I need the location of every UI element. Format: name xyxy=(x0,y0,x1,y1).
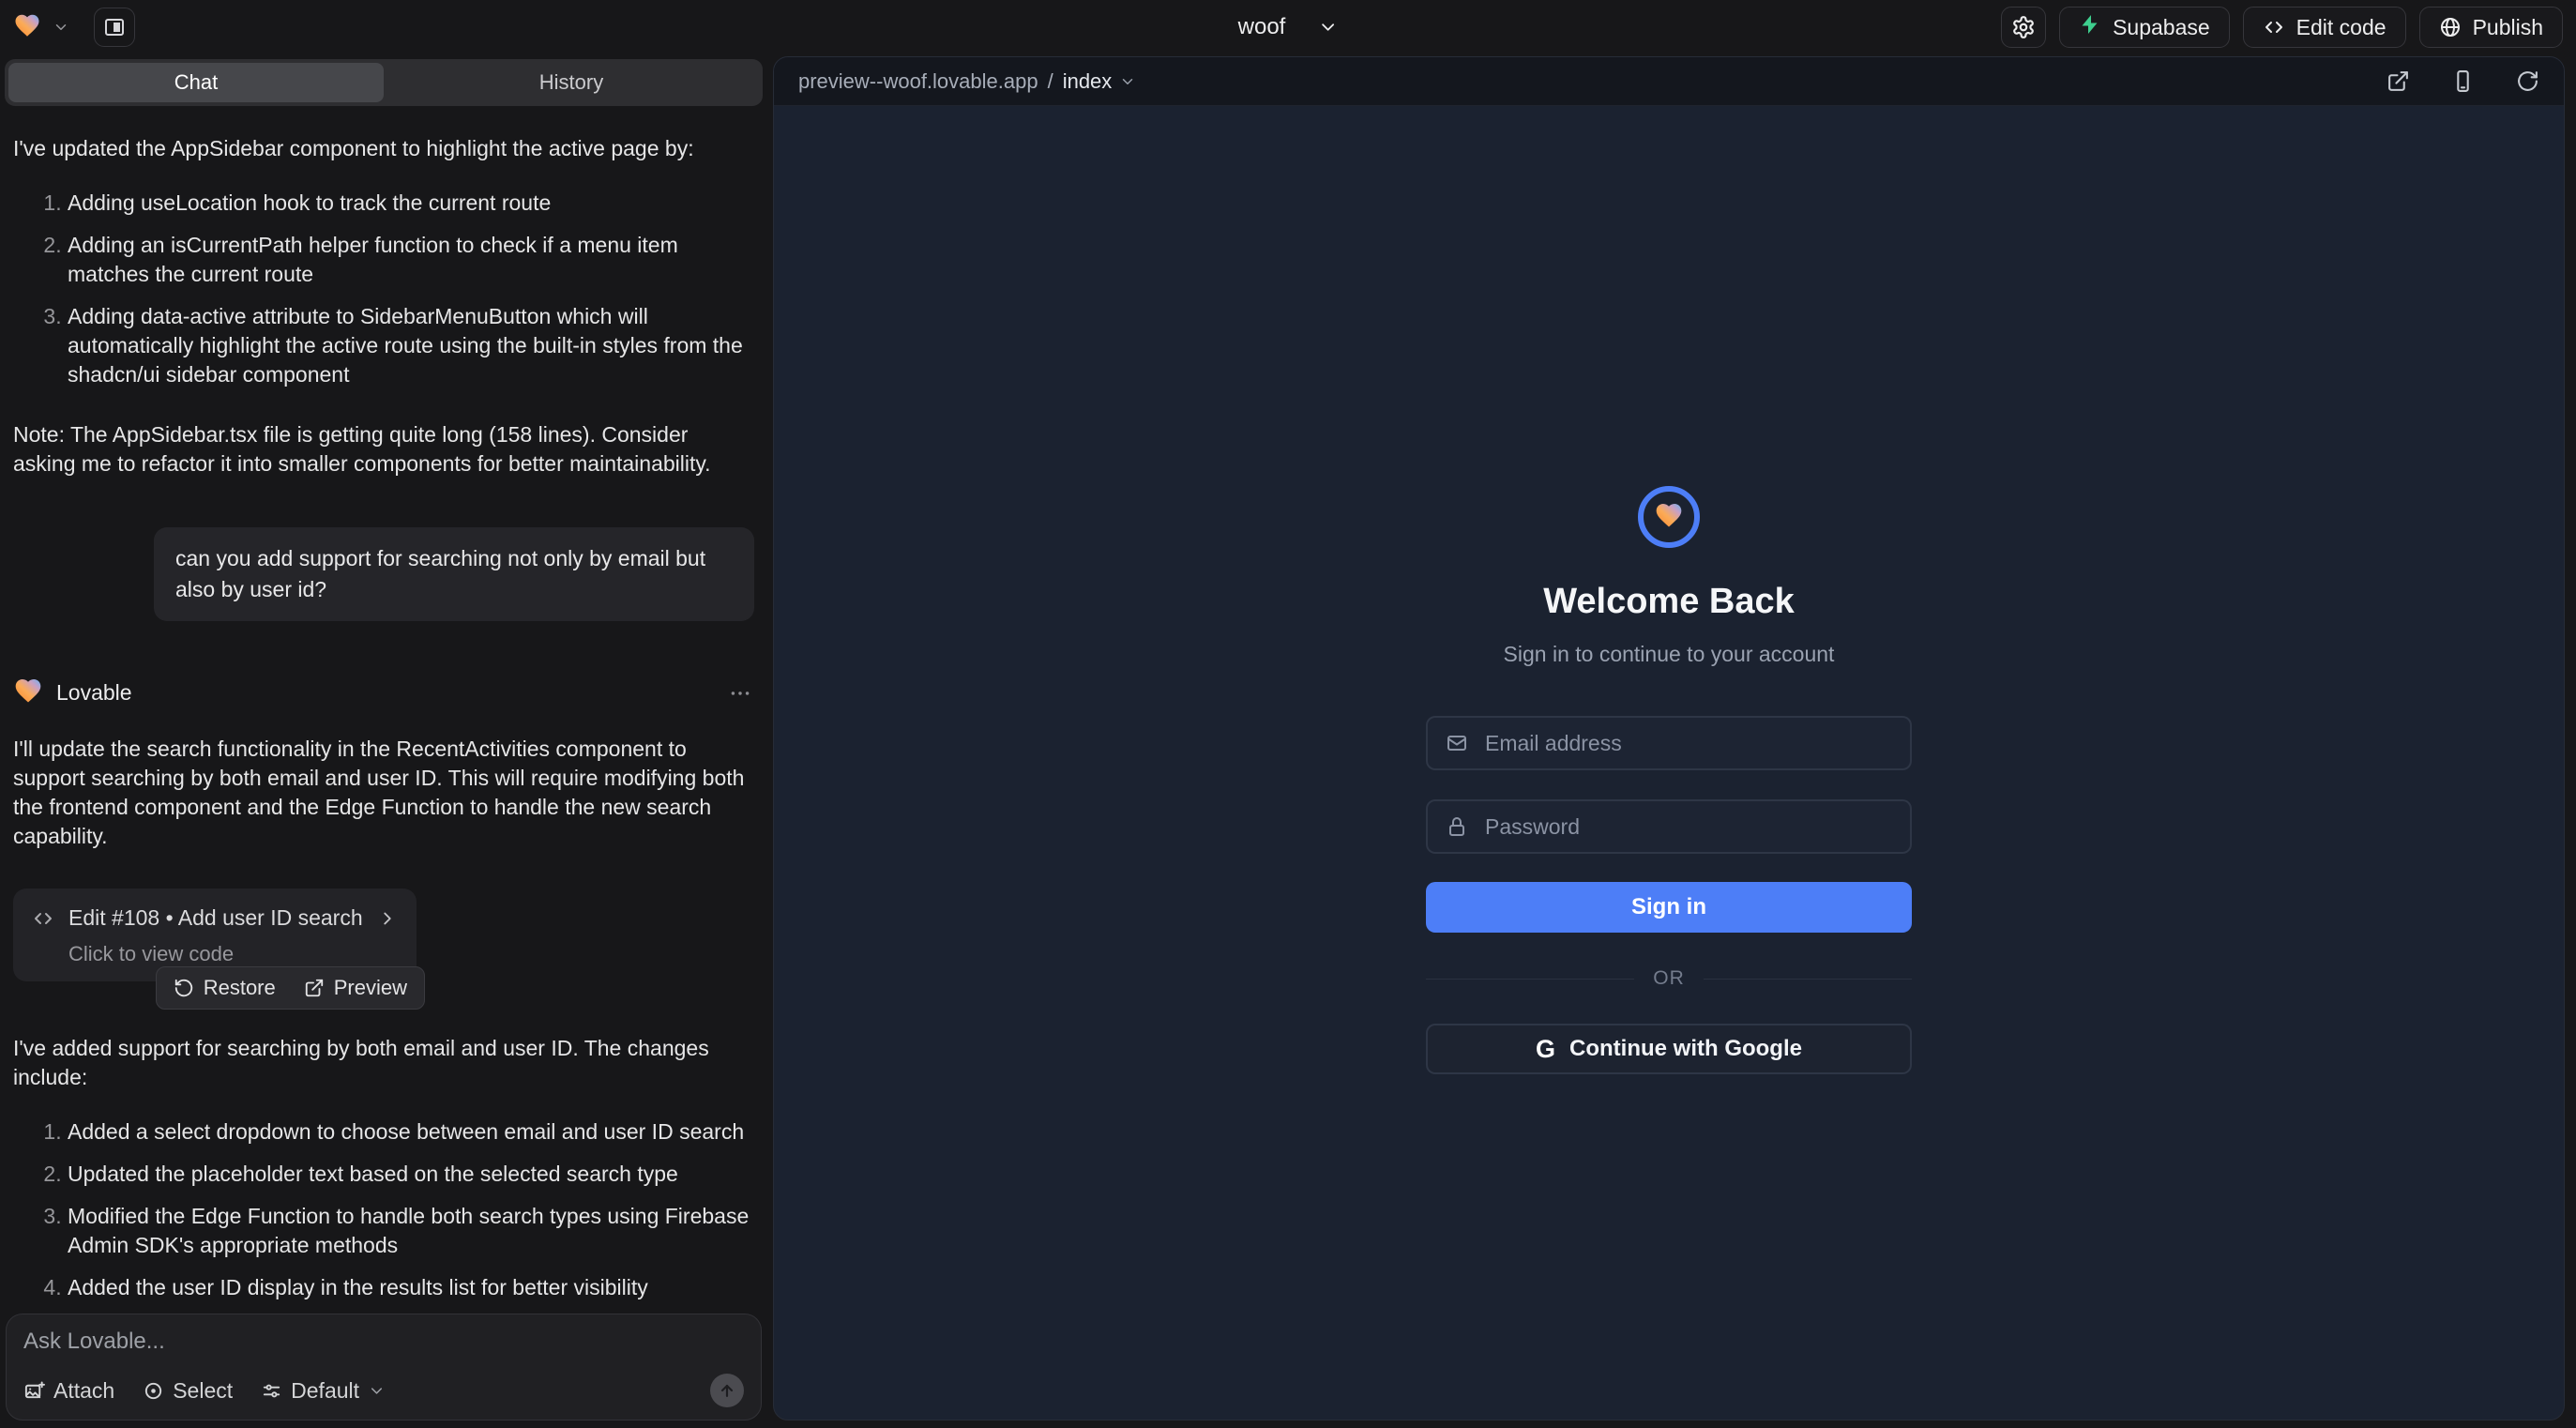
url-path-separator: / xyxy=(1048,69,1053,94)
list-item: Adding useLocation hook to track the cur… xyxy=(68,189,754,218)
signin-form: Sign in OR G Continue with Google xyxy=(1426,716,1912,1074)
assistant-message-list: Adding useLocation hook to track the cur… xyxy=(13,189,754,389)
restore-button[interactable]: Restore xyxy=(174,976,276,1000)
preview-button[interactable]: Preview xyxy=(304,976,407,1000)
chat-panel: Chat History I've updated the AppSidebar… xyxy=(0,54,767,1428)
sliders-icon xyxy=(261,1380,282,1402)
arrow-up-icon xyxy=(718,1381,736,1400)
heart-icon xyxy=(1654,500,1684,535)
preview-panel: preview--woof.lovable.app / index xyxy=(773,56,2565,1420)
assistant-message-summary: I've added support for searching by both… xyxy=(13,1034,754,1092)
workspace-chevron-down-icon[interactable] xyxy=(53,19,69,36)
google-button-label: Continue with Google xyxy=(1569,1036,1802,1062)
chat-history-tabs: Chat History xyxy=(5,59,763,106)
publish-label: Publish xyxy=(2473,15,2543,40)
main-split: Chat History I've updated the AppSidebar… xyxy=(0,54,2576,1428)
settings-button[interactable] xyxy=(2001,7,2046,48)
password-field-wrap xyxy=(1426,799,1912,854)
list-item: Added a select dropdown to choose betwee… xyxy=(68,1117,754,1147)
lovable-logo-heart-icon[interactable] xyxy=(13,11,41,44)
publish-button[interactable]: Publish xyxy=(2419,7,2563,48)
list-item: Updated the placeholder text based on th… xyxy=(68,1160,754,1189)
project-name: woof xyxy=(1238,14,1286,40)
assistant-name: Lovable xyxy=(56,680,132,706)
toggle-sidebar-button[interactable] xyxy=(94,8,135,47)
refresh-button[interactable] xyxy=(2516,69,2539,93)
supabase-label: Supabase xyxy=(2113,15,2210,40)
panel-left-icon xyxy=(103,16,126,38)
continue-with-google-button[interactable]: G Continue with Google xyxy=(1426,1024,1912,1074)
preview-header: preview--woof.lovable.app / index xyxy=(774,57,2564,106)
version-actions-bar: Restore Preview xyxy=(156,966,425,1010)
supabase-bolt-icon xyxy=(2079,13,2101,41)
code-icon xyxy=(2263,16,2285,38)
attach-button[interactable]: Attach xyxy=(23,1378,114,1404)
user-message-bubble: can you add support for searching not on… xyxy=(154,527,754,621)
edit-code-label: Edit code xyxy=(2296,15,2387,40)
top-bar: woof Supabase Edit code Publish xyxy=(0,0,2576,54)
preview-app-content: Welcome Back Sign in to continue to your… xyxy=(774,106,2564,1420)
chat-composer: Attach Select Default xyxy=(6,1314,762,1420)
mode-selector-button[interactable]: Default xyxy=(261,1378,386,1404)
supabase-button[interactable]: Supabase xyxy=(2059,7,2230,48)
attach-image-icon xyxy=(23,1380,45,1402)
password-field[interactable] xyxy=(1483,813,1892,841)
page-title: Welcome Back xyxy=(1543,582,1795,622)
chevron-right-icon xyxy=(377,908,398,929)
tab-history[interactable]: History xyxy=(384,63,759,102)
mode-label: Default xyxy=(291,1378,359,1404)
gear-icon xyxy=(2011,15,2036,39)
project-chevron-down-icon xyxy=(1317,17,1338,38)
edit-card-subtitle: Click to view code xyxy=(68,942,398,966)
topbar-left xyxy=(13,8,135,47)
email-field-wrap xyxy=(1426,716,1912,770)
chat-input[interactable] xyxy=(23,1329,744,1374)
preview-route-selector[interactable]: index xyxy=(1063,69,1113,94)
chevron-down-icon xyxy=(368,1382,386,1400)
preview-label: Preview xyxy=(334,976,407,1000)
edit-code-button[interactable]: Edit code xyxy=(2243,7,2406,48)
list-item: Modified the Edge Function to handle bot… xyxy=(68,1202,754,1260)
project-switcher[interactable]: woof xyxy=(1238,14,1339,40)
code-icon xyxy=(32,907,54,930)
tab-chat[interactable]: Chat xyxy=(8,63,384,102)
lovable-heart-icon xyxy=(13,676,43,710)
topbar-actions: Supabase Edit code Publish xyxy=(2001,7,2563,48)
chat-message-list[interactable]: I've updated the AppSidebar component to… xyxy=(0,106,767,1302)
open-in-new-tab-button[interactable] xyxy=(2387,69,2410,93)
mobile-view-button[interactable] xyxy=(2451,69,2475,93)
assistant-message-intro-2: I'll update the search functionality in … xyxy=(13,735,754,851)
restore-label: Restore xyxy=(204,976,276,1000)
assistant-header: Lovable xyxy=(13,676,754,710)
external-link-icon xyxy=(304,978,325,998)
select-label: Select xyxy=(173,1378,233,1404)
sign-in-button[interactable]: Sign in xyxy=(1426,882,1912,933)
edit-card-title: Edit #108 • Add user ID search supp... xyxy=(68,905,363,931)
list-item: Adding data-active attribute to SidebarM… xyxy=(68,302,754,389)
send-button[interactable] xyxy=(710,1374,744,1407)
list-item: Added the user ID display in the results… xyxy=(68,1273,754,1302)
attach-label: Attach xyxy=(53,1378,114,1404)
email-field[interactable] xyxy=(1483,730,1892,757)
chevron-down-icon[interactable] xyxy=(1119,73,1136,90)
assistant-message-note: Note: The AppSidebar.tsx file is getting… xyxy=(13,420,754,479)
edit-version-card[interactable]: Edit #108 • Add user ID search supp... C… xyxy=(13,889,417,981)
app-logo xyxy=(1638,486,1700,548)
google-g-icon: G xyxy=(1536,1037,1555,1062)
assistant-message-list-2: Added a select dropdown to choose betwee… xyxy=(13,1117,754,1302)
mail-icon xyxy=(1446,732,1468,754)
assistant-message-intro: I've updated the AppSidebar component to… xyxy=(13,134,754,163)
restore-icon xyxy=(174,978,194,998)
message-options-button[interactable] xyxy=(726,682,754,705)
select-element-button[interactable]: Select xyxy=(143,1378,233,1404)
globe-icon xyxy=(2439,16,2462,38)
page-subtitle: Sign in to continue to your account xyxy=(1504,642,1835,667)
list-item: Adding an isCurrentPath helper function … xyxy=(68,231,754,289)
preview-url: preview--woof.lovable.app xyxy=(798,69,1038,94)
or-divider-label: OR xyxy=(1653,967,1685,990)
target-icon xyxy=(143,1380,164,1402)
lock-icon xyxy=(1446,815,1468,838)
or-divider: OR xyxy=(1426,967,1912,990)
